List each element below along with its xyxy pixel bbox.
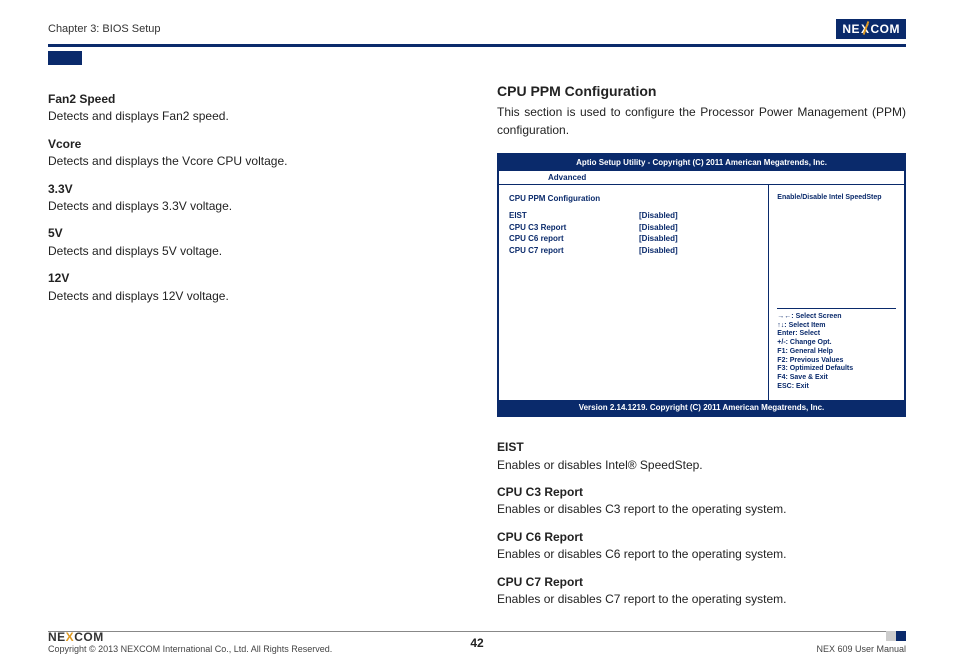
right-column: CPU PPM Configuration This section is us…: [497, 81, 906, 618]
bios-section-title: CPU PPM Configuration: [509, 193, 758, 205]
desc-12v: Detects and displays 12V voltage.: [48, 288, 457, 305]
logo-part-x: X: [860, 22, 871, 36]
bios-key-line: ↑↓: Select Item: [777, 322, 896, 331]
bios-key-line: +/-: Change Opt.: [777, 339, 896, 348]
desc-eist: Enables or disables Intel® SpeedStep.: [497, 457, 906, 474]
bios-footer: Version 2.14.1219. Copyright (C) 2011 Am…: [499, 400, 904, 416]
bios-row-c7: CPU C7 report [Disabled]: [509, 245, 758, 257]
bios-row-eist: EIST [Disabled]: [509, 210, 758, 222]
bios-val: [Disabled]: [639, 245, 678, 257]
bios-left-pane: CPU PPM Configuration EIST [Disabled] CP…: [499, 185, 769, 400]
logo-part-1: NE: [48, 630, 66, 644]
bios-key: CPU C7 report: [509, 245, 639, 257]
heading-vcore: Vcore: [48, 136, 457, 153]
bios-key-line: F1: General Help: [777, 348, 896, 357]
bios-panel: Aptio Setup Utility - Copyright (C) 2011…: [497, 153, 906, 417]
desc-5v: Detects and displays 5V voltage.: [48, 243, 457, 260]
tab-stub: [48, 51, 82, 65]
heading-c3: CPU C3 Report: [497, 484, 906, 501]
brand-logo-badge: NEXCOM: [836, 19, 906, 39]
heading-eist: EIST: [497, 439, 906, 456]
bios-help-text: Enable/Disable Intel SpeedStep: [777, 193, 896, 203]
desc-vcore: Detects and displays the Vcore CPU volta…: [48, 153, 457, 170]
bios-val: [Disabled]: [639, 210, 678, 222]
desc-c3: Enables or disables C3 report to the ope…: [497, 501, 906, 518]
bios-title-bar: Aptio Setup Utility - Copyright (C) 2011…: [499, 155, 904, 171]
chapter-label: Chapter 3: BIOS Setup: [48, 23, 161, 35]
bios-key-legend: →←: Select Screen ↑↓: Select Item Enter:…: [777, 308, 896, 392]
bios-val: [Disabled]: [639, 233, 678, 245]
bios-key-line: →←: Select Screen: [777, 313, 896, 322]
bios-row-c3: CPU C3 Report [Disabled]: [509, 222, 758, 234]
heading-12v: 12V: [48, 270, 457, 287]
heading-fan2: Fan2 Speed: [48, 91, 457, 108]
bios-key: EIST: [509, 210, 639, 222]
bios-key-line: F3: Optimized Defaults: [777, 365, 896, 374]
page-footer: NEXCOM Copyright © 2013 NEXCOM Internati…: [48, 630, 906, 654]
desc-3v3: Detects and displays 3.3V voltage.: [48, 198, 457, 215]
heading-c7: CPU C7 Report: [497, 574, 906, 591]
bios-key: CPU C3 Report: [509, 222, 639, 234]
square-icon: [886, 631, 896, 641]
bios-key-line: F2: Previous Values: [777, 357, 896, 366]
heading-ppm: CPU PPM Configuration: [497, 81, 906, 101]
manual-label: NEX 609 User Manual: [816, 644, 906, 654]
bios-val: [Disabled]: [639, 222, 678, 234]
footer-squares-icon: [886, 631, 906, 641]
bios-key-line: ESC: Exit: [777, 383, 896, 392]
page-header: Chapter 3: BIOS Setup NEXCOM: [48, 18, 906, 40]
logo-part-2: COM: [871, 22, 901, 36]
bios-tab-advanced: Advanced: [539, 171, 595, 184]
bios-key-line: Enter: Select: [777, 330, 896, 339]
heading-c6: CPU C6 Report: [497, 529, 906, 546]
desc-fan2: Detects and displays Fan2 speed.: [48, 108, 457, 125]
bios-tab-row: Advanced: [499, 171, 904, 185]
page-root: Chapter 3: BIOS Setup NEXCOM Fan2 Speed …: [0, 0, 954, 672]
footer-left: NEXCOM Copyright © 2013 NEXCOM Internati…: [48, 630, 332, 654]
square-icon: [896, 631, 906, 641]
heading-3v3: 3.3V: [48, 181, 457, 198]
desc-c6: Enables or disables C6 report to the ope…: [497, 546, 906, 563]
desc-ppm: This section is used to configure the Pr…: [497, 104, 906, 139]
spacer: [497, 417, 906, 429]
bios-key: CPU C6 report: [509, 233, 639, 245]
copyright-text: Copyright © 2013 NEXCOM International Co…: [48, 644, 332, 654]
content-columns: Fan2 Speed Detects and displays Fan2 spe…: [48, 81, 906, 618]
logo-part-1: NE: [842, 22, 860, 36]
bios-right-pane: Enable/Disable Intel SpeedStep →←: Selec…: [769, 185, 904, 400]
desc-c7: Enables or disables C7 report to the ope…: [497, 591, 906, 608]
bios-body: CPU PPM Configuration EIST [Disabled] CP…: [499, 185, 904, 400]
bios-key-line: F4: Save & Exit: [777, 374, 896, 383]
brand-logo-top: NEXCOM: [836, 19, 906, 39]
logo-part-x: X: [66, 630, 75, 644]
footer-right: NEX 609 User Manual: [816, 631, 906, 654]
heading-5v: 5V: [48, 225, 457, 242]
header-rule: [48, 44, 906, 47]
bios-row-c6: CPU C6 report [Disabled]: [509, 233, 758, 245]
logo-part-2: COM: [74, 630, 104, 644]
brand-logo-bottom: NEXCOM: [48, 630, 332, 644]
left-column: Fan2 Speed Detects and displays Fan2 spe…: [48, 81, 457, 618]
